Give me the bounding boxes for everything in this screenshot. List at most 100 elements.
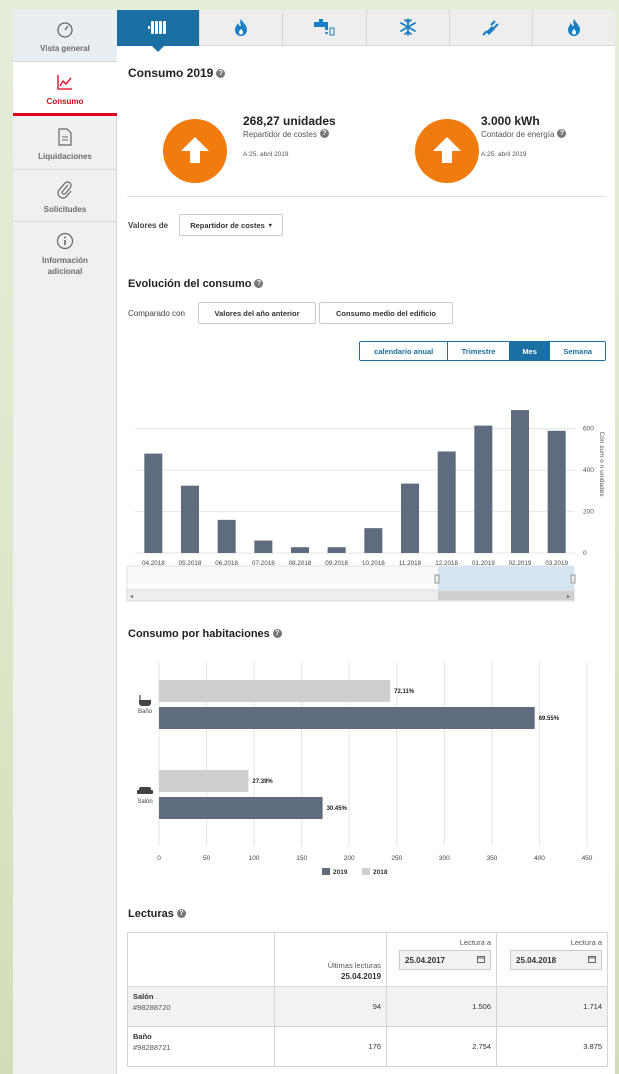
x-tick-label: 0 (157, 855, 161, 862)
tab-heating[interactable] (117, 10, 201, 52)
bar[interactable] (511, 410, 529, 553)
bar[interactable] (474, 425, 493, 553)
tab-gas[interactable] (200, 10, 284, 46)
bar-2019[interactable] (159, 797, 323, 819)
table-row: Salón #98288720 94 1.506 1.714 (126, 986, 608, 1027)
document-icon (54, 126, 76, 148)
calendar-icon (477, 955, 486, 965)
bar[interactable] (437, 451, 456, 554)
monthly-consumption-chart: 04.2018 05.2018 06.2018 07.2018 08.2018 09.20… (126, 410, 605, 602)
x-tick-label: 400 (534, 855, 545, 862)
navigator-handle-right[interactable] (570, 574, 576, 584)
sidebar-item-additional-info[interactable]: Información adicional (13, 222, 117, 284)
tab-gas-2[interactable] (533, 10, 615, 46)
rooms-consumption-chart: 72.11% 69.55% 27.39% 30.45% 0 50 100 150 200 250… (137, 662, 593, 876)
caret-down-icon: ▾ (268, 222, 272, 229)
x-tick-label: 50 (203, 855, 211, 862)
header-empty-cell (126, 932, 276, 987)
summary-title: Consumo 2019? (128, 66, 226, 80)
y-tick-label: 400 (583, 467, 594, 474)
table-row: Baño #98288721 176 2.754 3.875 (126, 1026, 608, 1067)
last-reading-value: 94 (274, 986, 388, 1027)
device-id: #98288721 (133, 1043, 171, 1052)
x-tick-label: 300 (439, 855, 450, 862)
bar[interactable] (547, 430, 566, 553)
compare-building-average-button[interactable]: Consumo medio del edificio (319, 302, 453, 324)
kpi-cost-allocator-circle (163, 119, 227, 183)
sidebar-item-overview[interactable]: Vista general (13, 10, 117, 62)
sidebar-item-consumption[interactable]: Consumo (13, 62, 117, 116)
sofa-icon (137, 787, 153, 794)
snowflake-icon (399, 18, 417, 38)
info-icon (54, 230, 76, 252)
category-label: Salón (137, 799, 152, 805)
bar[interactable] (217, 519, 236, 553)
sidebar-item-label: Liquidaciones (38, 152, 92, 161)
help-icon[interactable]: ? (176, 909, 186, 918)
y-tick-label: 600 (583, 426, 594, 433)
sidebar-item-settlements[interactable]: Liquidaciones (13, 116, 117, 170)
help-icon[interactable]: ? (216, 69, 226, 78)
energy-type-tabs (117, 10, 615, 52)
last-readings-date: 25.04.2019 (341, 972, 382, 981)
help-icon[interactable]: ? (557, 129, 567, 138)
bar[interactable] (291, 547, 309, 553)
room-cell: Baño #98288721 (126, 1026, 276, 1067)
bar-2019[interactable] (159, 707, 535, 729)
tab-cooling[interactable] (367, 10, 450, 46)
period-month-button[interactable]: Mes (509, 342, 551, 360)
compare-previous-year-button[interactable]: Valores del año anterior (198, 302, 316, 324)
last-reading-value: 176 (274, 1026, 388, 1067)
bar[interactable] (254, 540, 273, 553)
y-tick-label: 0 (583, 550, 587, 557)
y-axis-label: Con sum o n unidades (598, 431, 605, 497)
legend-swatch-2018 (362, 868, 370, 875)
navigator-handle-left[interactable] (434, 574, 440, 584)
kpi-energy-meter-label: Contador de energía? (481, 129, 567, 139)
bar[interactable] (144, 453, 163, 553)
scroll-left-arrow-icon[interactable]: ◂ (130, 594, 133, 600)
scroll-right-arrow-icon[interactable]: ▸ (567, 594, 570, 600)
tab-water[interactable] (283, 10, 367, 46)
help-icon[interactable]: ? (319, 129, 329, 138)
date1-picker[interactable]: 25.04.2017 (399, 950, 492, 970)
data-label: 27.39% (252, 779, 273, 785)
navigator-selection[interactable] (438, 566, 574, 590)
x-tick-label: 200 (344, 855, 355, 862)
help-icon[interactable]: ? (272, 629, 282, 638)
reading-at-label: Lectura a (570, 938, 602, 947)
data-label: 72.11% (394, 689, 415, 695)
main-content: Consumo 2019? 268,27 unidades Repartidor… (117, 10, 615, 1074)
bar-2018[interactable] (159, 680, 391, 702)
bar[interactable] (327, 547, 346, 553)
sidebar-item-label: Información adicional (42, 256, 88, 276)
category-label: Baño (138, 709, 153, 715)
tab-electricity[interactable] (450, 10, 533, 46)
period-annual-button[interactable]: calendario anual (360, 342, 449, 360)
bar[interactable] (364, 528, 383, 553)
readings-header-row: Últimas lecturas 25.04.2019 Lectura a 25… (126, 932, 608, 987)
date2-picker[interactable]: 25.04.2018 (510, 950, 602, 970)
room-name: Salón (133, 992, 154, 1001)
evolution-title: Evolución del consumo? (128, 278, 264, 290)
legend-label[interactable]: 2018 (373, 869, 388, 876)
date1-value: 25.04.2017 (405, 955, 446, 965)
room-name: Baño (133, 1032, 152, 1041)
period-week-button[interactable]: Semana (550, 342, 605, 360)
help-icon[interactable]: ? (254, 279, 264, 288)
reading-date1-header: Lectura a 25.04.2017 (386, 932, 498, 987)
period-quarter-button[interactable]: Trimestre (448, 342, 510, 360)
bar-2018[interactable] (159, 770, 249, 792)
arrow-up-icon (430, 133, 464, 169)
bar[interactable] (401, 483, 419, 553)
sidebar-item-requests[interactable]: Solicitudes (13, 170, 117, 222)
device-id: #98288720 (133, 1003, 171, 1012)
plug-icon (482, 18, 500, 38)
x-tick-label: 450 (582, 855, 593, 862)
bar[interactable] (181, 485, 199, 553)
values-of-dropdown[interactable]: Repartidor de costes ▾ (179, 214, 283, 236)
kpi-energy-meter-date: A:25. abril 2019 (481, 151, 527, 158)
kpi-energy-meter-value: 3.000 kWh (481, 114, 540, 128)
legend-label[interactable]: 2019 (333, 869, 348, 876)
navigator-scrollbar-thumb[interactable] (438, 591, 574, 600)
